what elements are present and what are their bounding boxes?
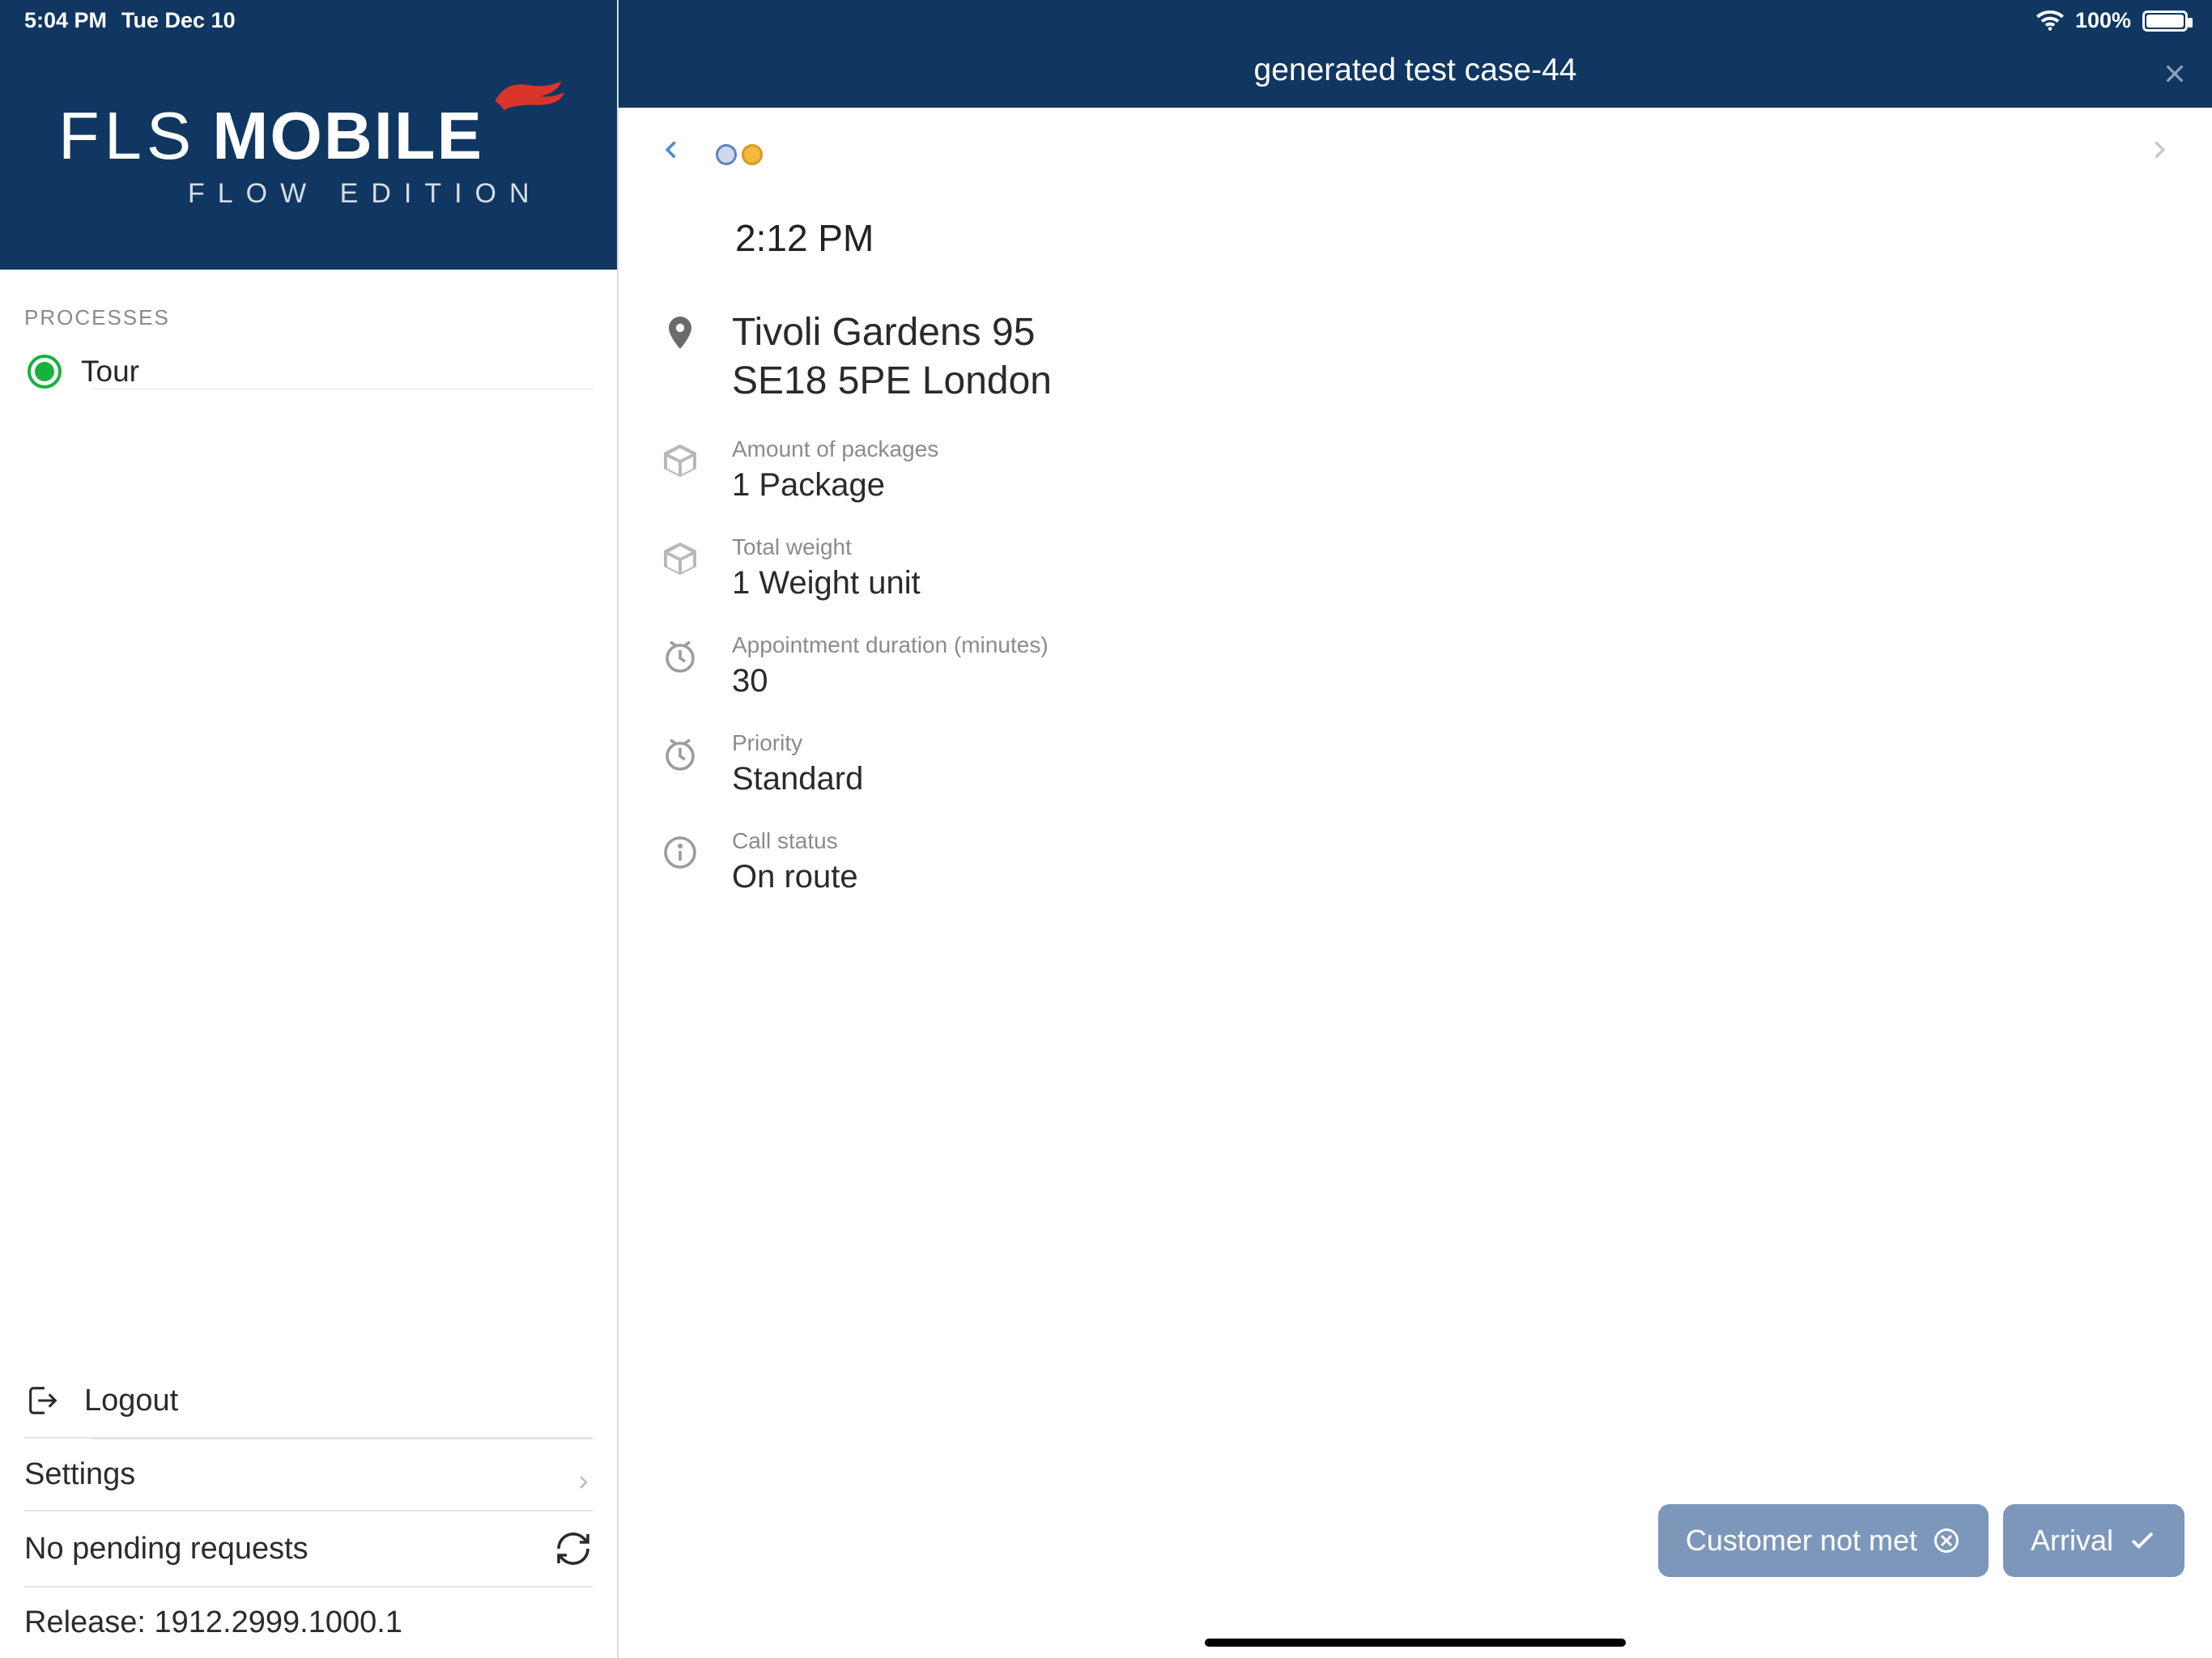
- location-pin-icon: [661, 313, 700, 352]
- sync-icon: [554, 1529, 593, 1568]
- sidebar-item-tour[interactable]: Tour: [24, 355, 593, 389]
- packages-value: 1 Package: [732, 467, 938, 504]
- arrival-button[interactable]: Arrival: [2003, 1504, 2184, 1577]
- nav-next-button[interactable]: [2147, 138, 2170, 171]
- sidebar: 5:04 PM Tue Dec 10 FLS MOBILE FLOW EDITI…: [0, 0, 619, 1658]
- settings-label: Settings: [24, 1457, 135, 1492]
- status-bar-left: 5:04 PM Tue Dec 10: [24, 8, 236, 33]
- logout-label: Logout: [84, 1384, 178, 1418]
- weight-value: 1 Weight unit: [732, 565, 921, 602]
- brand: FLS MOBILE FLOW EDITION: [58, 97, 568, 210]
- battery-pct: 100%: [2075, 8, 2131, 33]
- pending-requests-row[interactable]: No pending requests: [24, 1511, 593, 1588]
- brand-logo-icon: [491, 77, 568, 117]
- detail-packages: Amount of packages 1 Package: [661, 420, 2170, 518]
- home-indicator: [1205, 1639, 1626, 1647]
- release-label: Release: 1912.2999.1000.1: [24, 1605, 402, 1640]
- package-icon: [661, 441, 700, 480]
- duration-value: 30: [732, 663, 1049, 699]
- arrival-label: Arrival: [2031, 1524, 2113, 1558]
- appointment-time: 2:12 PM: [735, 216, 2170, 260]
- sidebar-item-label: Tour: [81, 355, 139, 389]
- nav-prev-button[interactable]: [661, 138, 683, 171]
- package-icon: [661, 539, 700, 578]
- address-line1: Tivoli Gardens 95: [732, 308, 1052, 357]
- sidebar-header: 5:04 PM Tue Dec 10 FLS MOBILE FLOW EDITI…: [0, 0, 617, 270]
- brand-fls: FLS: [58, 97, 196, 175]
- detail-priority: Priority Standard: [661, 714, 2170, 812]
- brand-mobile: MOBILE: [212, 97, 483, 175]
- detail-weight: Total weight 1 Weight unit: [661, 518, 2170, 616]
- pending-label: No pending requests: [24, 1532, 308, 1567]
- status-bar-right: 100%: [2036, 8, 2188, 33]
- action-buttons: Customer not met Arrival: [1658, 1504, 2184, 1577]
- priority-label: Priority: [732, 730, 863, 756]
- clock-icon: [661, 735, 700, 774]
- release-row: Release: 1912.2999.1000.1: [24, 1588, 593, 1658]
- address-line2: SE18 5PE London: [732, 357, 1052, 406]
- check-icon: [2128, 1526, 2157, 1555]
- status-label: Call status: [732, 828, 858, 854]
- content: 2:12 PM Tivoli Gardens 95 SE18 5PE Londo…: [619, 108, 2212, 1658]
- logout-icon: [24, 1382, 62, 1419]
- customer-not-met-label: Customer not met: [1686, 1524, 1917, 1558]
- priority-value: Standard: [732, 761, 863, 797]
- page-title: generated test case-44: [1254, 53, 1577, 88]
- status-dot-blue-icon: [716, 144, 737, 165]
- processes-heading: PROCESSES: [24, 305, 593, 330]
- brand-subtitle: FLOW EDITION: [188, 178, 568, 210]
- status-time: 5:04 PM: [24, 8, 107, 33]
- info-icon: [661, 833, 700, 872]
- main-header: 100% generated test case-44: [619, 0, 2212, 108]
- status-date: Tue Dec 10: [121, 8, 236, 33]
- main: 100% generated test case-44: [619, 0, 2212, 1658]
- status-dot-orange-icon: [742, 144, 763, 165]
- status-indicators: [716, 144, 763, 165]
- packages-label: Amount of packages: [732, 436, 938, 462]
- detail-address: Tivoli Gardens 95 SE18 5PE London: [661, 292, 2170, 420]
- clock-icon: [661, 637, 700, 676]
- status-value: On route: [732, 859, 858, 895]
- status-dot-icon: [28, 355, 62, 389]
- close-button[interactable]: [2162, 61, 2188, 87]
- cancel-circle-icon: [1932, 1526, 1961, 1555]
- detail-duration: Appointment duration (minutes) 30: [661, 616, 2170, 714]
- logout-row[interactable]: Logout: [24, 1364, 593, 1439]
- settings-row[interactable]: Settings: [24, 1439, 593, 1511]
- battery-icon: [2142, 11, 2188, 32]
- duration-label: Appointment duration (minutes): [732, 632, 1049, 658]
- chevron-right-icon: [573, 1465, 593, 1485]
- wifi-icon: [2036, 11, 2064, 32]
- weight-label: Total weight: [732, 534, 921, 560]
- customer-not-met-button[interactable]: Customer not met: [1658, 1504, 1989, 1577]
- detail-call-status: Call status On route: [661, 812, 2170, 910]
